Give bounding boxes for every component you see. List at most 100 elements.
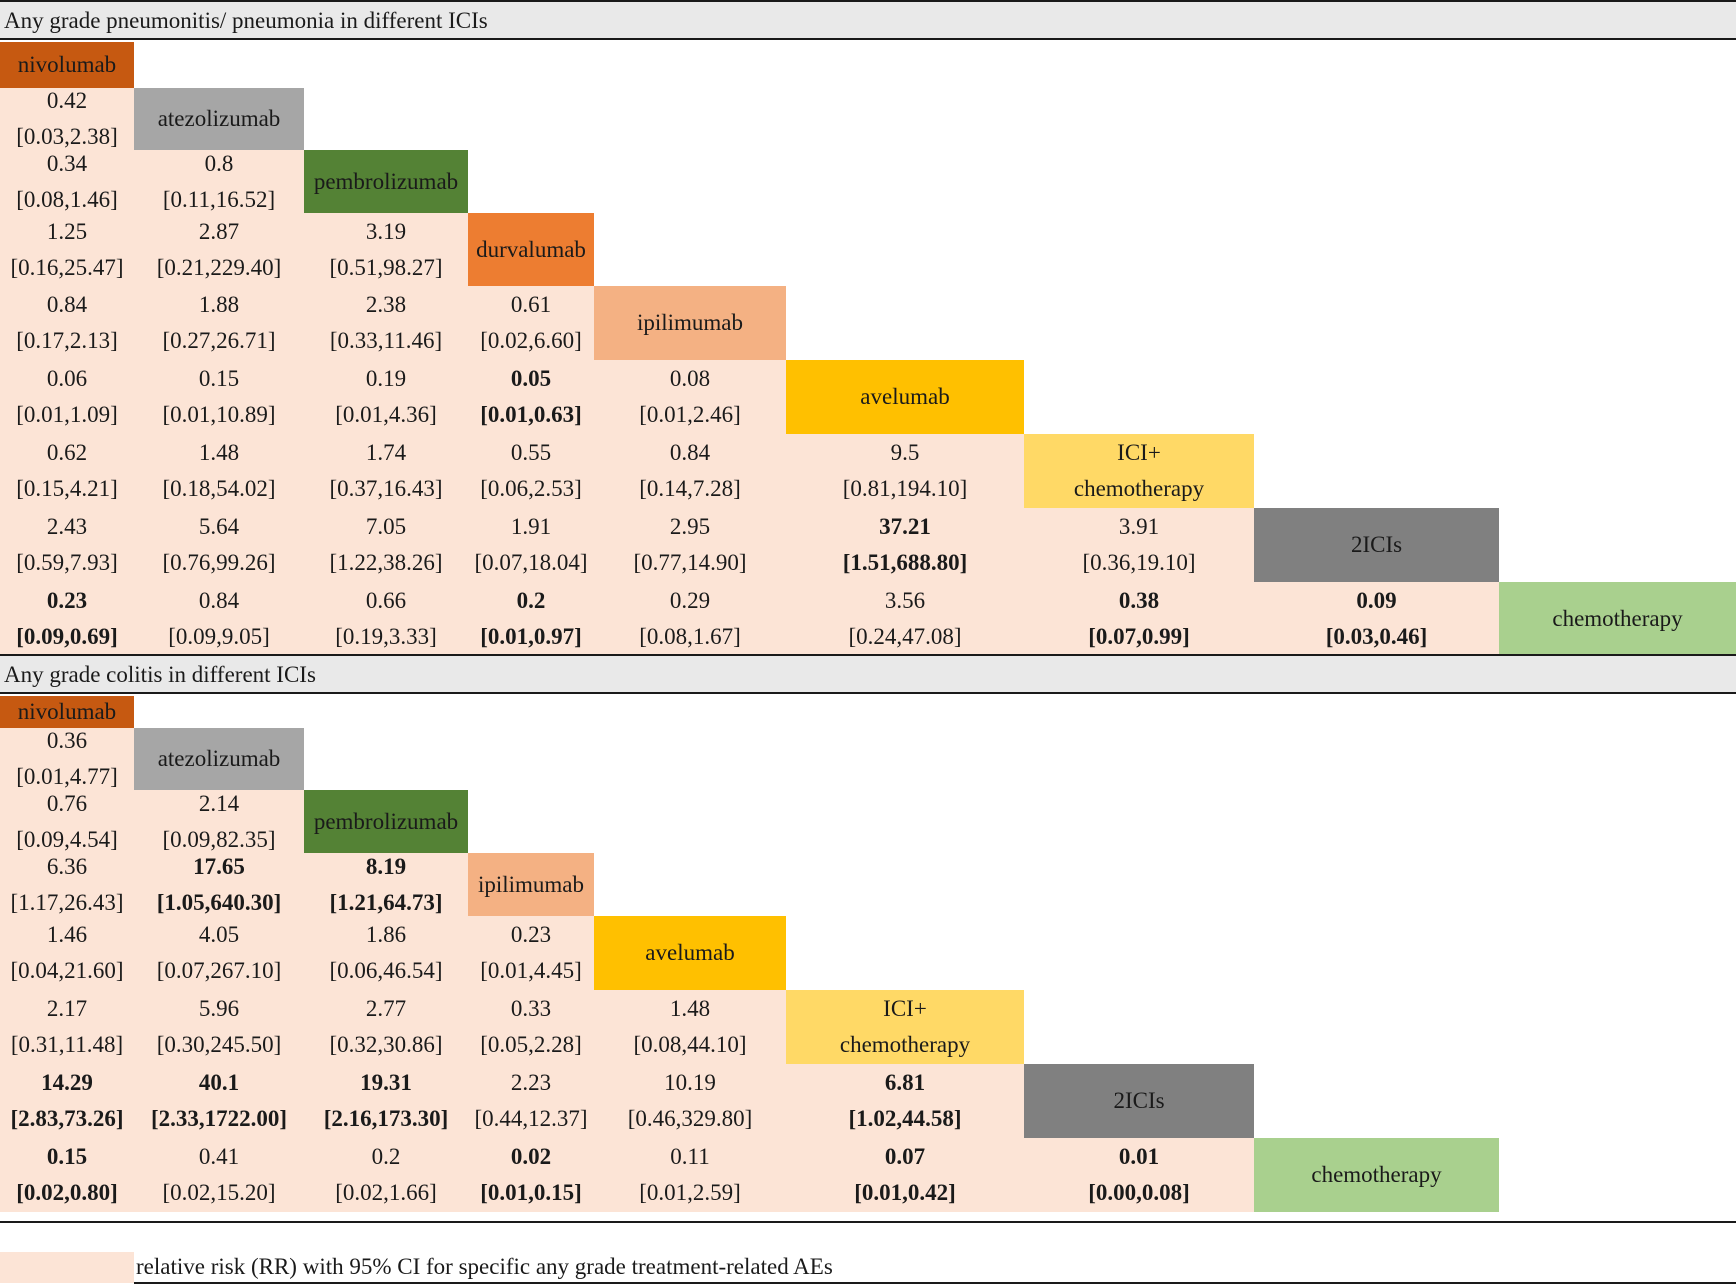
rr-ci: [0.37,16.43] xyxy=(329,476,443,501)
rr-cell: 1.48 [0.08,44.10] xyxy=(594,990,786,1064)
rr-ci: [0.01,1.09] xyxy=(16,402,118,427)
rr-value: 0.2 xyxy=(371,1144,401,1169)
rr-cell: 0.34 [0.08,1.46] xyxy=(0,150,134,213)
rr-value: 0.06 xyxy=(46,366,88,391)
rr-cell: 0.08 [0.01,2.46] xyxy=(594,360,786,434)
treatment-label: 2ICIs xyxy=(1350,532,1403,557)
rr-cell: 0.66 [0.19,3.33] xyxy=(304,582,468,656)
rr-ci: [0.44,12.37] xyxy=(474,1106,588,1131)
rr-value: 0.55 xyxy=(510,440,552,465)
rr-cell: 1.25 [0.16,25.47] xyxy=(0,213,134,286)
rr-cell: 19.31 [2.16,173.30] xyxy=(304,1064,468,1138)
rr-ci: [0.31,11.48] xyxy=(10,1032,124,1057)
treatment-label: avelumab xyxy=(860,384,950,409)
rr-ci: [0.51,98.27] xyxy=(329,254,443,280)
rr-value: 0.84 xyxy=(669,440,711,465)
rr-ci: [0.01,0.63] xyxy=(480,402,582,427)
rr-cell: 0.01 [0.00,0.08] xyxy=(1024,1138,1254,1212)
treatment-ici-plus-chemotherapy: ICI+ chemotherapy xyxy=(1024,434,1254,508)
rr-ci: [0.33,11.46] xyxy=(329,328,443,353)
rr-ci: [0.01,2.46] xyxy=(639,402,741,427)
rr-value: 0.09 xyxy=(1356,588,1397,613)
treatment-ipilimumab: ipilimumab xyxy=(594,286,786,360)
rr-value: 1.46 xyxy=(46,922,88,947)
rr-ci: [0.06,2.53] xyxy=(480,476,582,501)
rr-ci: [0.19,3.33] xyxy=(335,624,437,649)
rr-ci: [0.01,4.36] xyxy=(335,402,437,427)
rr-ci: [0.21,229.40] xyxy=(156,254,282,280)
rr-ci: [0.17,2.13] xyxy=(16,328,118,353)
rr-ci: [0.01,0.15] xyxy=(480,1180,582,1205)
treatment-label: pembrolizumab xyxy=(313,168,459,194)
legend-text: relative risk (RR) with 95% CI for speci… xyxy=(136,1254,833,1279)
rr-ci: [0.01,10.89] xyxy=(162,402,276,427)
treatment-2icis: 2ICIs xyxy=(1254,508,1499,582)
rr-cell: 0.55 [0.06,2.53] xyxy=(468,434,594,508)
rr-cell: 17.65 [1.05,640.30] xyxy=(134,853,304,916)
rr-ci: [1.02,44.58] xyxy=(848,1106,962,1131)
rr-cell: 2.77 [0.32,30.86] xyxy=(304,990,468,1064)
rr-cell: 2.14 [0.09,82.35] xyxy=(134,790,304,853)
rr-cell: 0.29 [0.08,1.67] xyxy=(594,582,786,656)
rr-cell: 0.07 [0.01,0.42] xyxy=(786,1138,1024,1212)
rr-value: 2.87 xyxy=(198,218,240,244)
rr-ci: [0.07,0.99] xyxy=(1088,624,1190,649)
treatment-label: ipilimumab xyxy=(636,310,744,335)
rr-value: 1.74 xyxy=(365,440,407,465)
rr-ci: [0.00,0.08] xyxy=(1088,1180,1190,1205)
section-title: Any grade pneumonitis/ pneumonia in diff… xyxy=(4,8,488,33)
rr-value: 0.08 xyxy=(669,366,711,391)
rr-ci: [1.22,38.26] xyxy=(329,550,443,575)
rr-value: 0.07 xyxy=(884,1144,926,1169)
treatment-label: atezolizumab xyxy=(157,106,281,131)
rr-cell: 37.21 [1.51,688.80] xyxy=(786,508,1024,582)
rr-ci: [0.07,18.04] xyxy=(474,550,588,575)
rr-cell: 40.1 [2.33,1722.00] xyxy=(134,1064,304,1138)
rr-cell: 0.11 [0.01,2.59] xyxy=(594,1138,786,1212)
rr-cell: 1.74 [0.37,16.43] xyxy=(304,434,468,508)
rr-ci: [0.08,44.10] xyxy=(633,1032,747,1057)
treatment-label: ipilimumab xyxy=(477,871,585,897)
treatment-label: durvalumab xyxy=(476,236,586,262)
rr-value: 0.23 xyxy=(46,588,88,613)
treatment-avelumab: avelumab xyxy=(594,916,786,990)
rr-ci: [0.03,0.46] xyxy=(1325,624,1428,649)
treatment-atezolizumab: atezolizumab xyxy=(134,728,304,790)
rr-ci: [2.33,1722.00] xyxy=(150,1106,288,1131)
treatment-label: chemotherapy xyxy=(839,1032,971,1057)
section-header: Any grade pneumonitis/ pneumonia in diff… xyxy=(0,0,1736,40)
rr-cell: 1.46 [0.04,21.60] xyxy=(0,916,134,990)
rr-ci: [0.01,2.59] xyxy=(639,1180,741,1205)
treatment-label: nivolumab xyxy=(17,52,117,77)
rr-cell: 2.87 [0.21,229.40] xyxy=(134,213,304,286)
rr-value: 0.84 xyxy=(46,292,88,317)
rr-value: 2.95 xyxy=(669,514,711,539)
rr-cell: 0.84 [0.09,9.05] xyxy=(134,582,304,656)
rr-value: 2.77 xyxy=(365,996,407,1021)
treatment-label: chemotherapy xyxy=(1311,1162,1442,1187)
treatment-nivolumab: nivolumab xyxy=(0,42,134,88)
rr-ci: [0.46,329.80] xyxy=(627,1106,753,1131)
rr-cell: 0.15 [0.02,0.80] xyxy=(0,1138,134,1212)
rr-value: 0.15 xyxy=(46,1144,88,1169)
rr-cell: 0.61 [0.02,6.60] xyxy=(468,286,594,360)
rr-value: 6.36 xyxy=(46,853,88,879)
treatment-avelumab: avelumab xyxy=(786,360,1024,434)
rr-ci: [0.01,0.42] xyxy=(854,1180,956,1205)
rr-value: 0.38 xyxy=(1118,588,1160,613)
rr-cell: 0.15 [0.01,10.89] xyxy=(134,360,304,434)
rr-cell: 6.36 [1.17,26.43] xyxy=(0,853,134,916)
rr-ci: [2.16,173.30] xyxy=(323,1106,449,1131)
legend-underline xyxy=(134,1282,1736,1284)
rr-cell: 2.23 [0.44,12.37] xyxy=(468,1064,594,1138)
rr-value: 0.76 xyxy=(46,790,88,816)
treatment-pembrolizumab: pembrolizumab xyxy=(304,150,468,213)
rr-cell: 1.88 [0.27,26.71] xyxy=(134,286,304,360)
rr-ci: [0.09,0.69] xyxy=(16,624,118,649)
rr-ci: [0.08,1.67] xyxy=(639,624,741,649)
rr-ci: [0.06,46.54] xyxy=(329,958,443,983)
rr-value: 10.19 xyxy=(664,1070,716,1095)
rr-ci: [0.16,25.47] xyxy=(10,254,124,280)
rr-value: 1.25 xyxy=(46,218,88,244)
rr-value: 0.05 xyxy=(510,366,552,391)
